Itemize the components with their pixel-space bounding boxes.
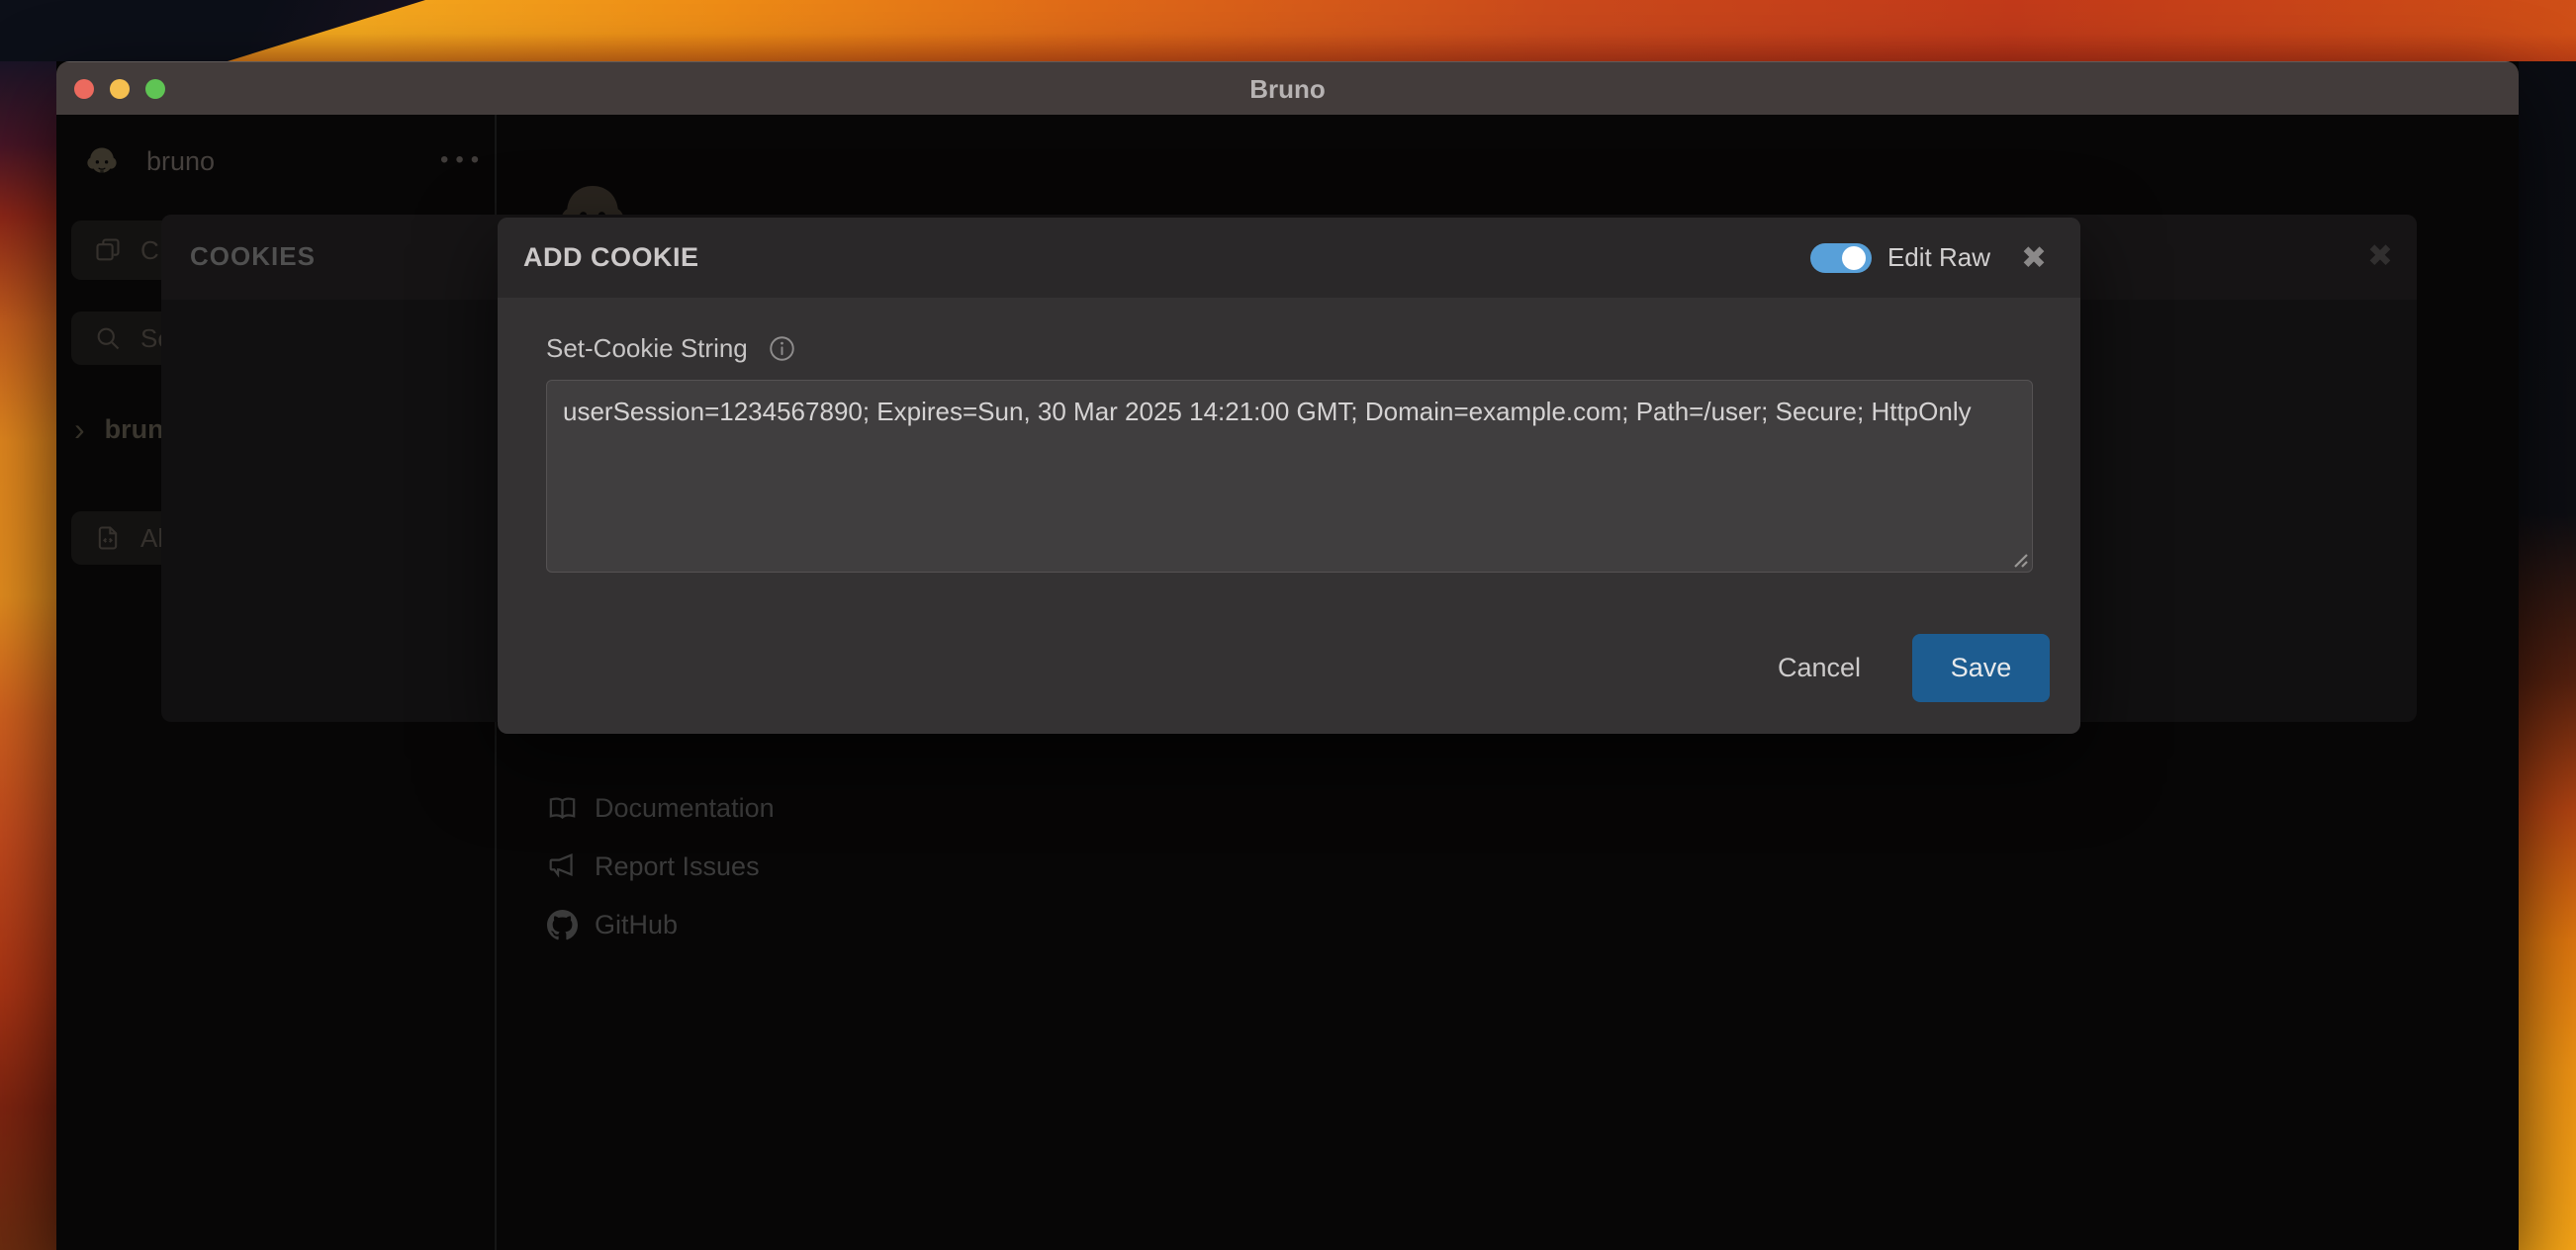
- wallpaper-right: [2519, 61, 2576, 1250]
- info-icon: [769, 335, 795, 362]
- toggle-knob: [1842, 246, 1866, 270]
- app-window: Bruno bruno •••: [56, 61, 2519, 1250]
- sidebar-collection-bruno[interactable]: › brun: [74, 410, 164, 448]
- textarea-resize-handle[interactable]: [2008, 548, 2030, 570]
- link-documentation[interactable]: Documentation: [547, 792, 775, 825]
- add-cookie-modal-title: ADD COOKIE: [523, 242, 699, 273]
- sidebar-item-label: Al: [140, 523, 163, 554]
- file-code-icon: [94, 524, 122, 552]
- edit-raw-label: Edit Raw: [1887, 242, 1990, 273]
- link-github[interactable]: GitHub: [547, 909, 775, 941]
- welcome-links: Documentation Report Issues: [547, 792, 775, 941]
- link-report-issues[interactable]: Report Issues: [547, 850, 775, 883]
- add-cookie-modal-body: Set-Cookie String userSession=1234567890…: [498, 298, 2080, 573]
- chevron-right-icon: ›: [74, 413, 85, 445]
- cookies-modal-title: COOKIES: [190, 241, 316, 272]
- close-icon[interactable]: ✖: [2367, 238, 2393, 274]
- link-label: GitHub: [595, 910, 678, 940]
- workspace-row[interactable]: bruno: [81, 140, 215, 182]
- github-icon: [547, 910, 578, 940]
- add-cookie-modal-footer: Cancel Save: [1778, 634, 2050, 702]
- bruno-logo-icon: [81, 140, 123, 182]
- link-label: Documentation: [595, 793, 775, 824]
- add-cookie-modal-header: ADD COOKIE Edit Raw ✖: [498, 218, 2080, 298]
- sidebar-item-label: C: [140, 235, 159, 266]
- search-icon: [94, 324, 122, 352]
- set-cookie-string-input[interactable]: userSession=1234567890; Expires=Sun, 30 …: [546, 380, 2033, 573]
- window-title: Bruno: [56, 62, 2519, 116]
- collection-name: brun: [105, 414, 164, 445]
- megaphone-icon: [547, 851, 578, 882]
- set-cookie-string-label: Set-Cookie String: [546, 333, 748, 364]
- add-cookie-modal: ADD COOKIE Edit Raw ✖ Set-Cookie String: [498, 218, 2080, 734]
- titlebar: Bruno: [56, 61, 2519, 115]
- edit-raw-toggle[interactable]: [1810, 243, 1872, 273]
- workspace-menu-icon[interactable]: •••: [440, 146, 486, 174]
- close-icon[interactable]: ✖: [2021, 243, 2047, 273]
- wallpaper-left: [0, 61, 56, 1250]
- set-cookie-string-field-wrap: userSession=1234567890; Expires=Sun, 30 …: [546, 380, 2033, 573]
- header-controls: Edit Raw ✖: [1810, 242, 2047, 273]
- collections-icon: [94, 236, 122, 264]
- cancel-button[interactable]: Cancel: [1778, 653, 1861, 683]
- app-content: bruno ••• C Se ›: [56, 115, 2519, 1250]
- book-icon: [547, 793, 578, 824]
- field-label-row: Set-Cookie String: [546, 333, 2032, 363]
- workspace-name: bruno: [146, 146, 215, 177]
- save-button[interactable]: Save: [1912, 634, 2050, 702]
- link-label: Report Issues: [595, 851, 760, 882]
- desktop: Bruno bruno •••: [0, 0, 2576, 1250]
